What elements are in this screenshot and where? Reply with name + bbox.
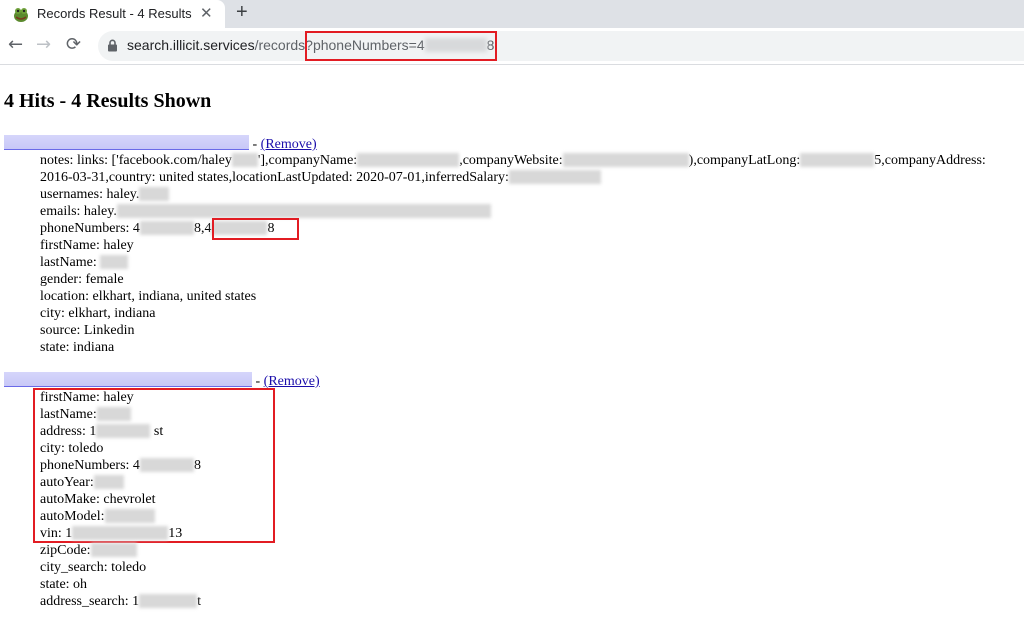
tab-strip: Records Result - 4 Results ✕ +	[0, 0, 1024, 28]
notes-text-b: '],companyName:	[257, 153, 358, 168]
browser-toolbar: ← → ⟳ search.illicit.services/records?ph…	[0, 28, 1024, 65]
record-separator: -	[252, 374, 264, 389]
phone-text-a: phoneNumbers: 4	[40, 458, 140, 473]
redacted-value	[116, 204, 491, 218]
url-highlight-box	[305, 31, 497, 61]
record-1-header: - (Remove)	[4, 135, 317, 153]
remove-link[interactable]: (Remove)	[261, 137, 317, 152]
frog-favicon-icon	[14, 8, 28, 22]
page-title: 4 Hits - 4 Results Shown	[4, 90, 212, 112]
record-1-last-name: lastName:	[40, 254, 129, 271]
record-1-city: city: elkhart, indiana	[40, 306, 156, 321]
record-2-state: state: oh	[40, 577, 88, 592]
page-content: 4 Hits - 4 Results Shown - (Remove) note…	[0, 66, 1024, 621]
close-tab-icon[interactable]: ✕	[200, 4, 213, 22]
record-2-zip: zipCode:	[40, 542, 137, 559]
redacted-value	[508, 170, 601, 184]
redacted-value	[139, 458, 194, 472]
phone-text-b: 8	[193, 458, 201, 473]
address-text-b: st	[153, 424, 164, 439]
reload-icon[interactable]: ⟳	[66, 35, 81, 55]
usernames-text: usernames: haley.	[40, 187, 140, 202]
zip-label: zipCode:	[40, 543, 91, 558]
redacted-value	[139, 187, 170, 201]
url-host: search.illicit.services	[127, 37, 255, 53]
tab-title: Records Result - 4 Results	[37, 6, 192, 21]
record-2-auto-year: autoYear:	[40, 474, 124, 491]
record-2-first-name: firstName: haley	[40, 390, 134, 405]
notes-text-d: ),companyLatLong:	[688, 153, 801, 168]
record-2-city-search: city_search: toledo	[40, 560, 147, 575]
notes-line2-text: 2016-03-31,country: united states,locati…	[40, 170, 509, 185]
record-1-notes-line2: 2016-03-31,country: united states,locati…	[40, 169, 601, 186]
record-1-first-name: firstName: haley	[40, 238, 134, 253]
record-1-location: location: elkhart, indiana, united state…	[40, 289, 257, 304]
record-2-address: address: 1 st	[40, 423, 163, 440]
record-1-state: state: indiana	[40, 340, 115, 355]
redacted-value	[800, 153, 875, 167]
browser-tab[interactable]: Records Result - 4 Results ✕	[0, 0, 225, 28]
address-search-text-b: t	[197, 594, 202, 609]
redacted-value	[139, 221, 194, 235]
redacted-value	[96, 424, 151, 438]
auto-model-label: autoModel:	[40, 509, 105, 524]
redacted-value	[90, 543, 137, 557]
redacted-value	[231, 153, 258, 167]
redacted-value	[357, 153, 460, 167]
record-1-notes: notes: links: ['facebook.com/haley '],com…	[40, 152, 986, 169]
record-2-address-search: address_search: 1 t	[40, 593, 201, 610]
record-2-link[interactable]	[4, 372, 252, 387]
lock-icon	[108, 39, 117, 52]
notes-text-a: notes: links: ['facebook.com/haley	[40, 153, 232, 168]
record-2-auto-make: autoMake: chevrolet	[40, 492, 156, 507]
record-2-vin: vin: 1 13	[40, 525, 182, 542]
phone-text-b: 8,	[193, 221, 205, 236]
remove-link[interactable]: (Remove)	[264, 374, 320, 389]
record-1-source: source: Linkedin	[40, 323, 135, 338]
phone-text-a: phoneNumbers: 4	[40, 221, 140, 236]
record-1-link[interactable]	[4, 135, 249, 150]
address-bar[interactable]: search.illicit.services/records?phoneNum…	[98, 31, 1024, 61]
last-name-label: lastName:	[40, 255, 97, 270]
record-2-city: city: toledo	[40, 441, 104, 456]
notes-text-c: ,companyWebsite:	[459, 153, 563, 168]
record-1-gender: gender: female	[40, 272, 124, 287]
address-text-a: address: 1	[40, 424, 97, 439]
redacted-value	[104, 509, 155, 523]
auto-year-label: autoYear:	[40, 475, 94, 490]
vin-text-a: vin: 1	[40, 526, 73, 541]
record-2-last-name: lastName:	[40, 406, 131, 423]
last-name-label: lastName:	[40, 407, 97, 422]
redacted-value	[93, 475, 124, 489]
vin-text-b: 13	[168, 526, 183, 541]
redacted-value	[72, 526, 169, 540]
record-separator: -	[249, 137, 261, 152]
forward-arrow-icon[interactable]: →	[36, 35, 51, 55]
phone-text-c: 4	[204, 221, 212, 236]
record-2-auto-model: autoModel:	[40, 508, 155, 525]
emails-text: emails: haley.	[40, 204, 117, 219]
address-search-text-a: address_search: 1	[40, 594, 140, 609]
notes-text-e: 5,companyAddress:	[874, 153, 986, 168]
new-tab-icon[interactable]: +	[236, 1, 248, 24]
redacted-value	[96, 407, 131, 421]
phone-highlight-box	[212, 218, 299, 240]
redacted-value	[139, 594, 198, 608]
record-1-usernames: usernames: haley.	[40, 186, 170, 203]
redacted-value	[100, 255, 129, 269]
redacted-value	[562, 153, 689, 167]
record-2-phones: phoneNumbers: 4 8	[40, 457, 201, 474]
back-arrow-icon[interactable]: ←	[8, 35, 23, 55]
